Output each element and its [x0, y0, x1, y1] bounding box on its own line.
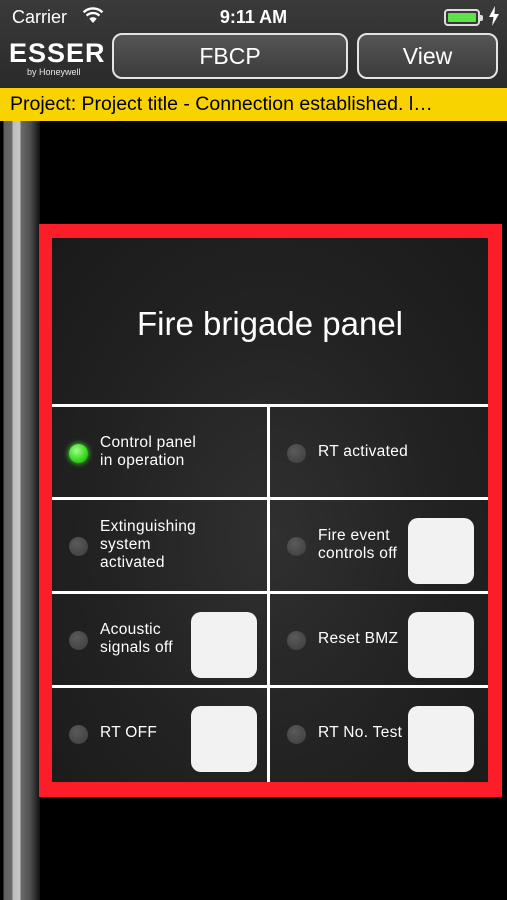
led-indicator-icon [287, 631, 306, 650]
led-indicator-icon [287, 444, 306, 463]
charging-bolt-icon [489, 6, 499, 26]
fbcp-button[interactable]: FBCP [112, 33, 348, 79]
action-button[interactable] [191, 706, 257, 772]
panel-cell: Reset BMZ [270, 594, 488, 684]
panel-cell: RT OFF [52, 688, 267, 778]
view-button[interactable]: View [357, 33, 498, 79]
led-indicator-icon [69, 631, 88, 650]
action-button[interactable] [408, 612, 474, 678]
led-indicator-icon [287, 725, 306, 744]
battery-fill [448, 13, 476, 22]
panel-cell: RT No. Test [270, 688, 488, 778]
status-time: 9:11 AM [219, 7, 288, 27]
cell-label: Fire event controls off [318, 527, 398, 562]
led-indicator-icon [69, 725, 88, 744]
action-button[interactable] [408, 518, 474, 584]
cell-label: RT OFF [100, 724, 158, 741]
action-button[interactable] [408, 706, 474, 772]
logo-subtitle: by Honeywell [27, 67, 81, 77]
project-status-banner: Project: Project title - Connection esta… [0, 88, 507, 121]
fire-brigade-panel: Fire brigade panel Control panel in oper… [52, 238, 488, 782]
logo-brand: ESSER [9, 38, 106, 68]
led-indicator-icon [287, 537, 306, 556]
status-bar: Carrier 9:11 AM [0, 0, 507, 34]
led-indicator-icon [69, 444, 88, 463]
cell-label: Extinguishing system activated [100, 518, 197, 571]
cell-label: Control panel in operation [100, 434, 197, 469]
cell-label: RT activated [318, 443, 409, 460]
led-indicator-icon [69, 537, 88, 556]
scroll-track[interactable] [0, 121, 40, 900]
cell-label: RT No. Test [318, 724, 403, 741]
cell-label: Acoustic signals off [100, 621, 173, 656]
panel-cell: RT activated [270, 407, 488, 497]
panel-cell: Acoustic signals off [52, 594, 267, 684]
app-header: Carrier 9:11 AM ESSER by Honeywell FBCP … [0, 0, 507, 88]
panel-cell: Fire event controls off [270, 500, 488, 590]
panel-cell: Extinguishing system activated [52, 500, 267, 590]
panel-title: Fire brigade panel [137, 305, 403, 342]
battery-icon [444, 9, 483, 26]
panel-cell: Control panel in operation [52, 407, 267, 497]
action-button[interactable] [191, 612, 257, 678]
cell-label: Reset BMZ [318, 630, 399, 647]
esser-logo: ESSER by Honeywell [9, 39, 109, 77]
